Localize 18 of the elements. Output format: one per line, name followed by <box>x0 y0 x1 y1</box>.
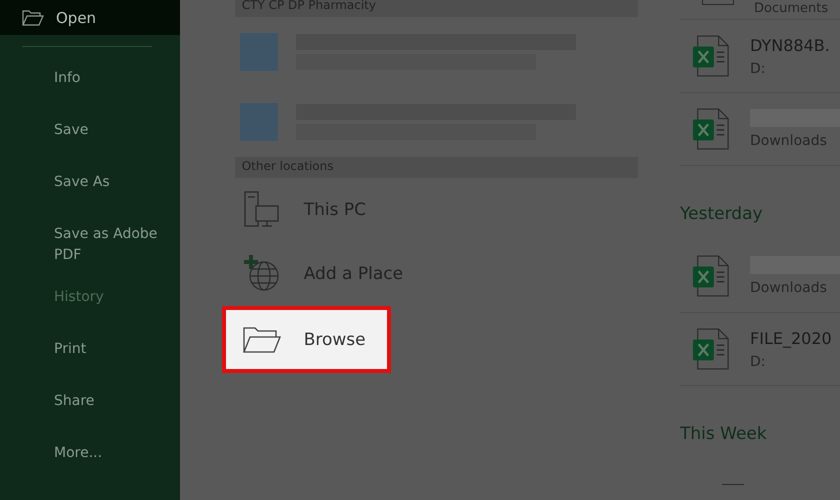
folder-icon <box>22 10 44 26</box>
spreadsheet-file-icon <box>692 34 730 78</box>
open-menu-item[interactable]: Open <box>0 0 180 35</box>
sidebar-menu-item[interactable]: Save <box>0 120 174 151</box>
file-name: FILE_2020 <box>750 328 832 348</box>
sidebar-menu-item[interactable]: Share <box>0 391 174 422</box>
sidebar-menu-item[interactable]: Save As <box>0 172 174 203</box>
section-heading: This Week <box>680 424 768 444</box>
file-name: DYN884B. <box>750 36 830 54</box>
location-button[interactable]: Browse <box>222 306 391 373</box>
sidebar-menu-item[interactable]: Info <box>0 68 174 99</box>
section-heading: Yesterday <box>680 204 764 224</box>
spreadsheet-file-icon <box>692 254 730 298</box>
sidebar-menu-item[interactable]: Save as Adobe PDF <box>0 224 174 266</box>
sidebar-menu-item[interactable]: More... <box>0 443 174 474</box>
sidebar-menu-item[interactable]: Print <box>0 339 174 370</box>
spreadsheet-file-icon <box>692 107 730 151</box>
spreadsheet-file-icon <box>692 327 730 371</box>
